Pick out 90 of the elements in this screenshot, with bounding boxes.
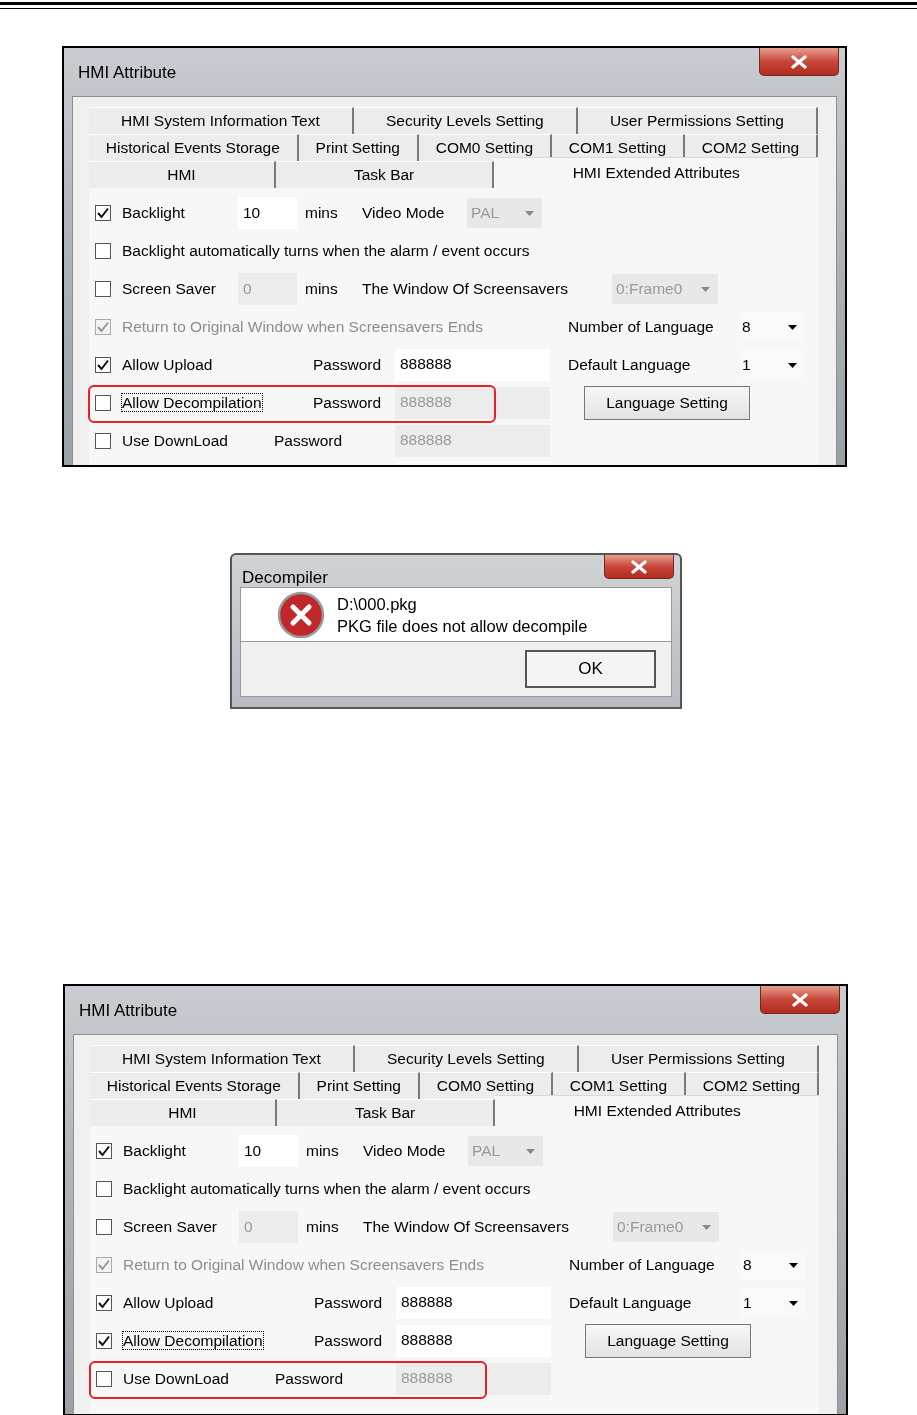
field-label: Number of Language bbox=[568, 317, 715, 338]
checkbox[interactable] bbox=[96, 1219, 112, 1235]
close-button[interactable] bbox=[760, 986, 840, 1014]
checkbox[interactable] bbox=[96, 1143, 112, 1159]
language-setting-button[interactable]: Language Setting bbox=[585, 1324, 751, 1358]
password-field[interactable]: 888888 bbox=[396, 1325, 551, 1357]
checkbox-label: Use DownLoad bbox=[122, 432, 228, 450]
input-field[interactable]: 10 bbox=[238, 197, 297, 229]
checkbox[interactable] bbox=[95, 395, 111, 411]
checkbox-label: Allow Upload bbox=[123, 1294, 214, 1312]
checkbox[interactable] bbox=[95, 281, 111, 297]
caret-icon bbox=[788, 362, 797, 368]
field-label: Password bbox=[313, 393, 383, 414]
unit-label: mins bbox=[306, 1141, 340, 1162]
unit-label: mins bbox=[305, 203, 339, 224]
tab[interactable]: User Permissions Setting bbox=[577, 107, 818, 134]
field-label: Password bbox=[275, 1369, 345, 1390]
checkbox[interactable] bbox=[95, 433, 111, 449]
field-label: Video Mode bbox=[363, 1141, 447, 1162]
message-text: D:\000.pkg bbox=[337, 593, 418, 615]
tab[interactable]: HMI Extended Attributes bbox=[494, 157, 818, 188]
tab[interactable]: HMI bbox=[90, 1099, 277, 1126]
tab[interactable]: Print Setting bbox=[298, 134, 419, 161]
tab[interactable]: HMI System Information Text bbox=[90, 1045, 355, 1072]
unit-label: mins bbox=[306, 1217, 340, 1238]
caret-icon bbox=[701, 286, 710, 292]
field-label: Password bbox=[313, 355, 383, 376]
ok-button[interactable]: OK bbox=[525, 650, 656, 688]
tab[interactable]: Historical Events Storage bbox=[89, 134, 299, 161]
tab[interactable]: COM0 Setting bbox=[419, 1072, 553, 1099]
field-label: The Window Of Screensavers bbox=[363, 1217, 570, 1238]
checkbox-label: Return to Original Window when Screensavers Ends bbox=[122, 317, 483, 338]
field-label: Default Language bbox=[569, 1293, 693, 1314]
tab[interactable]: Print Setting bbox=[299, 1072, 420, 1099]
field-label: Number of Language bbox=[569, 1255, 716, 1276]
field-label: Password bbox=[314, 1331, 384, 1352]
checkbox-label: Allow Decompilation bbox=[122, 394, 262, 412]
message-text: PKG file does not allow decompile bbox=[337, 615, 588, 637]
unit-label: mins bbox=[305, 279, 339, 300]
checkbox-label: Allow Upload bbox=[122, 356, 213, 374]
password-field[interactable]: 888888 bbox=[395, 349, 550, 381]
checkbox-label: Backlight bbox=[123, 1141, 187, 1162]
close-button[interactable] bbox=[759, 48, 839, 76]
tab[interactable]: Task Bar bbox=[275, 161, 495, 188]
close-icon bbox=[631, 559, 647, 574]
checkbox[interactable] bbox=[96, 1371, 112, 1387]
checkbox[interactable] bbox=[95, 205, 111, 221]
caret-icon bbox=[789, 1300, 798, 1306]
checkbox-label: Screen Saver bbox=[123, 1217, 218, 1238]
field-label: Video Mode bbox=[362, 203, 446, 224]
checkbox[interactable] bbox=[96, 1295, 112, 1311]
window-title: HMI Attribute bbox=[79, 1000, 178, 1022]
checkbox[interactable] bbox=[95, 357, 111, 373]
checkbox[interactable] bbox=[96, 1181, 112, 1197]
caret-icon bbox=[788, 324, 797, 330]
tab[interactable]: Security Levels Setting bbox=[354, 1045, 579, 1072]
tab[interactable]: Historical Events Storage bbox=[90, 1072, 300, 1099]
field-label: Default Language bbox=[568, 355, 692, 376]
password-field[interactable]: 888888 bbox=[396, 1287, 551, 1319]
field-label: Password bbox=[314, 1293, 384, 1314]
caret-icon bbox=[789, 1262, 798, 1268]
checkbox-label: Backlight bbox=[122, 203, 186, 224]
caret-icon bbox=[702, 1224, 711, 1230]
field-label: Password bbox=[274, 431, 344, 452]
window-title: Decompiler bbox=[242, 567, 328, 589]
tab[interactable]: HMI System Information Text bbox=[89, 107, 354, 134]
checkbox-label: Backlight automatically turns when the alarm / event occurs bbox=[122, 241, 530, 262]
checkbox-label: Screen Saver bbox=[122, 279, 217, 300]
field-label: The Window Of Screensavers bbox=[362, 279, 569, 300]
tab[interactable]: HMI Extended Attributes bbox=[495, 1095, 819, 1126]
error-icon bbox=[277, 590, 325, 639]
checkbox[interactable] bbox=[96, 1333, 112, 1349]
tab[interactable]: Task Bar bbox=[276, 1099, 496, 1126]
tab[interactable]: Security Levels Setting bbox=[353, 107, 578, 134]
input-field[interactable]: 10 bbox=[239, 1135, 298, 1167]
tab[interactable]: COM0 Setting bbox=[418, 134, 552, 161]
close-button[interactable] bbox=[604, 555, 674, 579]
tab[interactable]: HMI bbox=[89, 161, 276, 188]
checkbox[interactable] bbox=[95, 243, 111, 259]
checkbox-label: Backlight automatically turns when the alarm / event occurs bbox=[123, 1179, 531, 1200]
checkbox-label: Use DownLoad bbox=[123, 1370, 229, 1388]
close-icon bbox=[792, 992, 808, 1007]
caret-icon bbox=[526, 1148, 535, 1154]
language-setting-button[interactable]: Language Setting bbox=[584, 386, 750, 420]
checkbox-label: Allow Decompilation bbox=[123, 1332, 263, 1350]
window-title: HMI Attribute bbox=[78, 62, 177, 84]
caret-icon bbox=[525, 210, 534, 216]
tab[interactable]: User Permissions Setting bbox=[578, 1045, 819, 1072]
close-icon bbox=[791, 54, 807, 69]
checkbox-label: Return to Original Window when Screensavers Ends bbox=[123, 1255, 484, 1276]
